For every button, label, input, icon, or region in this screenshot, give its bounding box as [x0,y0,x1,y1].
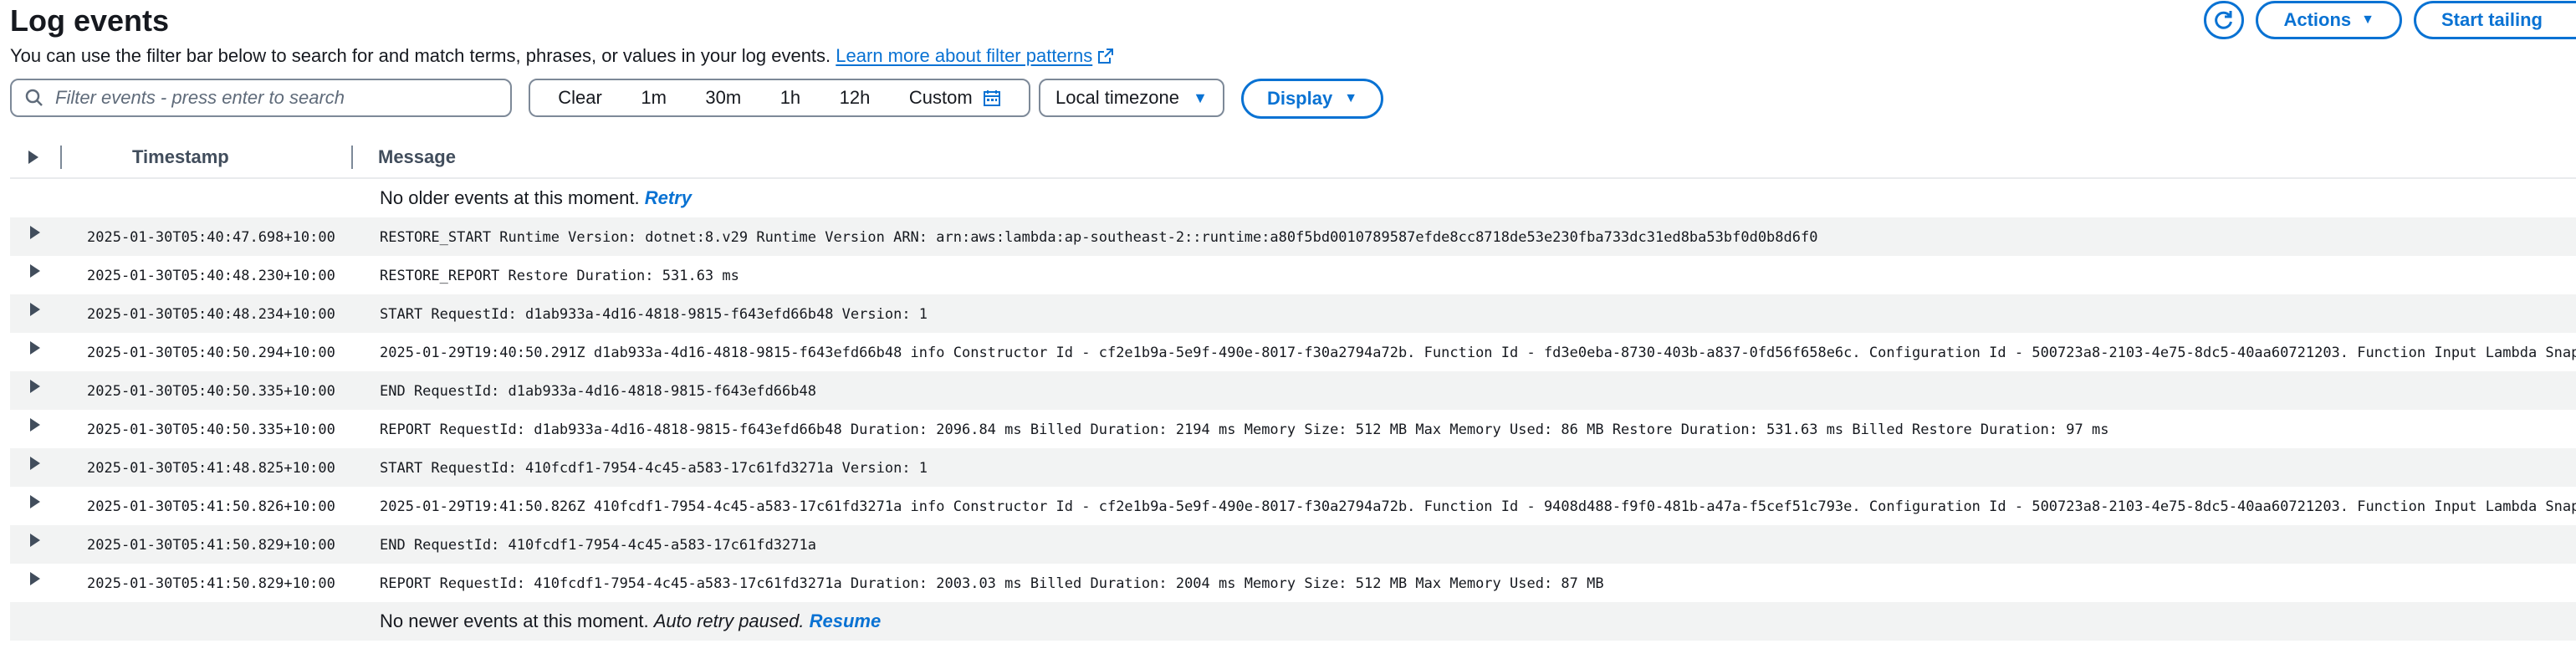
no-newer-events-row: No newer events at this moment. Auto ret… [10,602,2576,641]
row-timestamp: 2025-01-30T05:40:50.294+10:00 [87,345,335,361]
actions-button[interactable]: Actions ▼ [2256,1,2402,39]
start-tailing-label: Start tailing [2441,9,2543,30]
filter-events-input[interactable] [54,86,510,110]
no-newer-message: No newer events at this moment. Auto ret… [380,610,881,632]
table-row[interactable]: 2025-01-30T05:41:48.825+10:00 START Reque… [10,448,2576,487]
custom-label: Custom [908,87,973,108]
top-actions: Actions ▼ Start tailing [2204,0,2576,40]
expand-row-icon[interactable] [30,457,40,474]
row-timestamp: 2025-01-30T05:41:50.829+10:00 [87,575,335,592]
row-timestamp: 2025-01-30T05:40:47.698+10:00 [87,229,335,246]
row-message: REPORT RequestId: 410fcdf1-7954-4c45-a58… [380,575,1604,592]
table-header: Timestamp Message [10,135,2576,179]
table-row[interactable]: 2025-01-30T05:41:50.829+10:00 END Request… [10,525,2576,564]
calendar-icon [983,90,1000,106]
no-newer-text: No newer events at this moment. [380,610,649,631]
search-icon [25,89,43,106]
learn-more-link[interactable]: Learn more about filter patterns [836,45,1114,66]
table-row[interactable]: 2025-01-30T05:41:50.826+10:00 2025-01-29T… [10,487,2576,525]
clear-button[interactable]: Clear [558,87,602,109]
row-message: 2025-01-29T19:40:50.291Z d1ab933a-4d16-4… [380,345,2576,361]
retry-link[interactable]: Retry [645,187,692,208]
table-row[interactable]: 2025-01-30T05:40:48.234+10:00 START Reque… [10,294,2576,333]
row-timestamp: 2025-01-30T05:40:50.335+10:00 [87,383,335,400]
row-message: RESTORE_START Runtime Version: dotnet:8.… [380,229,1818,246]
auto-retry-paused: Auto retry paused. [653,610,805,631]
row-timestamp: 2025-01-30T05:40:50.335+10:00 [87,421,335,438]
row-message: REPORT RequestId: d1ab933a-4d16-4818-981… [380,421,2109,438]
description-text: You can use the filter bar below to sear… [10,45,831,66]
expand-row-icon[interactable] [30,341,40,359]
row-message: 2025-01-29T19:41:50.826Z 410fcdf1-7954-4… [380,498,2576,515]
timezone-value: Local timezone [1055,87,1179,108]
row-message: START RequestId: 410fcdf1-7954-4c45-a583… [380,460,928,477]
expand-row-icon[interactable] [30,380,40,397]
expand-row-icon[interactable] [30,303,40,320]
caret-down-icon: ▼ [1193,89,1208,106]
refresh-button[interactable] [2204,1,2245,39]
header-message: Message [378,146,456,167]
row-timestamp: 2025-01-30T05:41:50.829+10:00 [87,537,335,554]
row-message: END RequestId: d1ab933a-4d16-4818-9815-f… [380,383,816,400]
caret-down-icon: ▼ [2361,13,2374,27]
learn-more-label: Learn more about filter patterns [836,45,1093,66]
expand-row-icon[interactable] [30,264,40,282]
range-custom[interactable]: Custom [909,87,1001,109]
row-timestamp: 2025-01-30T05:41:48.825+10:00 [87,460,335,477]
row-message: END RequestId: 410fcdf1-7954-4c45-a583-1… [380,537,816,554]
page-title: Log events [10,3,170,38]
caret-down-icon: ▼ [1344,91,1358,105]
refresh-icon [2215,11,2233,29]
timezone-select[interactable]: Local timezone ▼ [1039,79,1224,117]
row-timestamp: 2025-01-30T05:41:50.826+10:00 [87,498,335,515]
resume-link[interactable]: Resume [810,610,882,631]
expand-row-icon[interactable] [30,226,40,243]
external-link-icon [1098,49,1114,64]
log-rows: 2025-01-30T05:40:47.698+10:00 RESTORE_STA… [10,217,2576,602]
no-older-events-row: No older events at this moment. Retry [10,179,2576,217]
expand-row-icon[interactable] [30,572,40,590]
display-button[interactable]: Display ▼ [1241,79,1383,119]
expand-all-icon[interactable] [28,147,38,169]
row-message: RESTORE_REPORT Restore Duration: 531.63 … [380,268,739,284]
table-row[interactable]: 2025-01-30T05:40:48.230+10:00 RESTORE_REP… [10,256,2576,294]
table-row[interactable]: 2025-01-30T05:41:50.829+10:00 REPORT Requ… [10,564,2576,602]
expand-row-icon[interactable] [30,495,40,513]
column-divider [60,146,62,169]
row-timestamp: 2025-01-30T05:40:48.234+10:00 [87,306,335,323]
display-label: Display [1266,88,1333,109]
range-12h[interactable]: 12h [840,87,871,109]
expand-row-icon[interactable] [30,534,40,551]
range-30m[interactable]: 30m [705,87,741,109]
expand-row-icon[interactable] [30,418,40,436]
start-tailing-button[interactable]: Start tailing [2413,1,2576,39]
column-resizer[interactable] [351,146,353,169]
table-row[interactable]: 2025-01-30T05:40:50.294+10:00 2025-01-29T… [10,333,2576,371]
header-timestamp: Timestamp [132,146,229,167]
row-message: START RequestId: d1ab933a-4d16-4818-9815… [380,306,928,323]
row-timestamp: 2025-01-30T05:40:48.230+10:00 [87,268,335,284]
time-range-selector: Clear 1m 30m 1h 12h Custom [529,79,1030,117]
no-older-message: No older events at this moment. Retry [380,187,692,209]
table-row[interactable]: 2025-01-30T05:40:50.335+10:00 REPORT Requ… [10,410,2576,448]
table-row[interactable]: 2025-01-30T05:40:47.698+10:00 RESTORE_STA… [10,217,2576,256]
page-description: You can use the filter bar below to sear… [10,45,1114,67]
filter-search-box[interactable] [10,79,512,117]
range-1h[interactable]: 1h [780,87,800,109]
range-1m[interactable]: 1m [641,87,667,109]
actions-label: Actions [2283,9,2352,30]
table-row[interactable]: 2025-01-30T05:40:50.335+10:00 END Request… [10,371,2576,410]
log-events-table: Timestamp Message No older events at thi… [10,135,2576,641]
no-older-text: No older events at this moment. [380,187,640,208]
